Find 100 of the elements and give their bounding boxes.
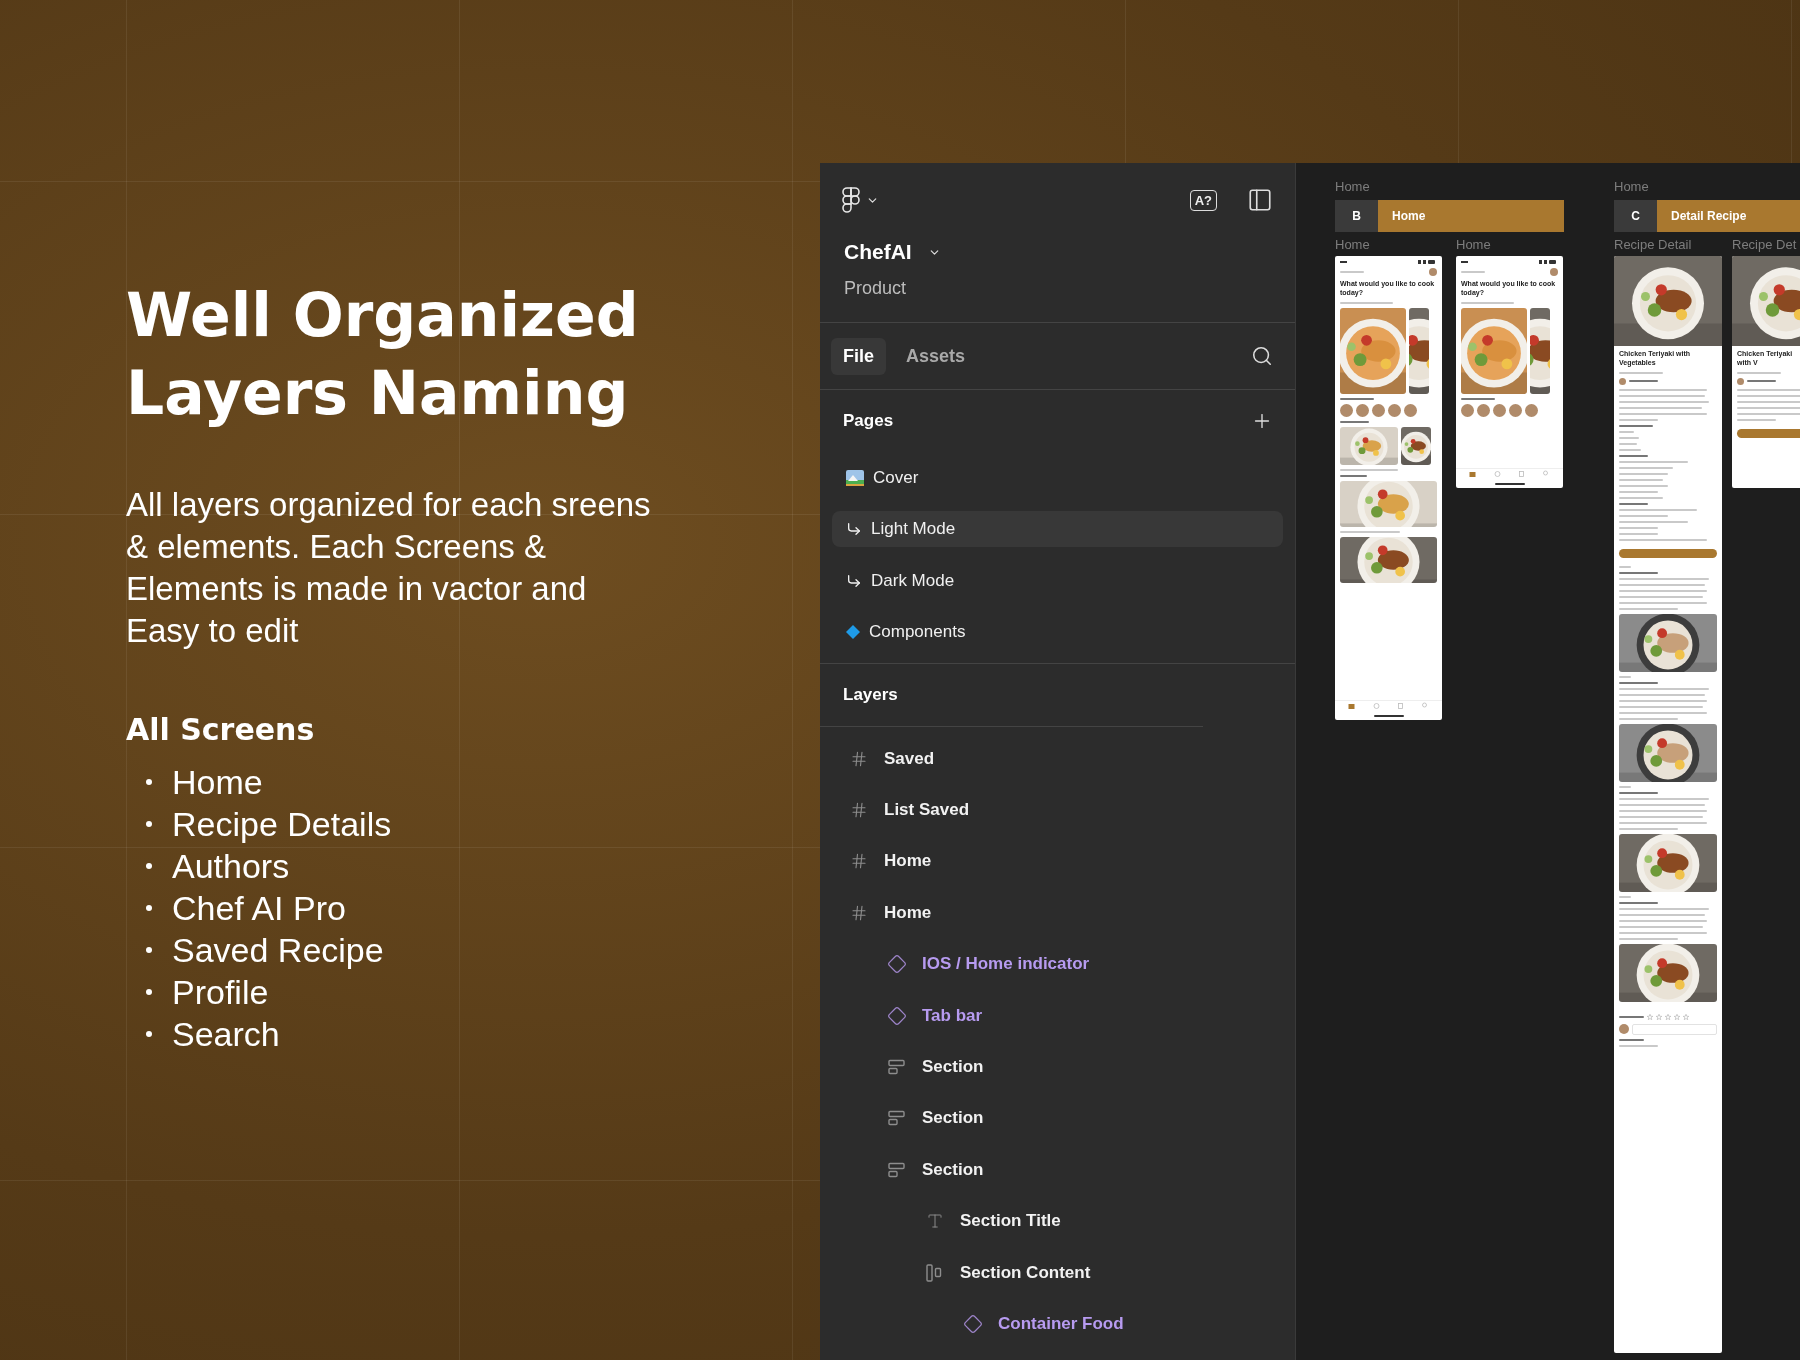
text-line [1619, 472, 1668, 475]
layer-item[interactable]: Container Food [998, 1314, 1124, 1334]
layer-item[interactable]: Home [884, 902, 932, 923]
page-item[interactable]: Dark Mode [832, 562, 1283, 599]
text-line [1619, 371, 1664, 374]
file-name[interactable]: ChefAI [844, 240, 912, 264]
text-line [1619, 717, 1678, 720]
page-item[interactable]: Light Mode [832, 511, 1283, 547]
text-line [1619, 532, 1659, 535]
text-line [1619, 785, 1631, 788]
text-line [1737, 412, 1800, 415]
layer-item[interactable]: Section [922, 1108, 984, 1129]
sidebar-toggle-icon[interactable] [1247, 187, 1273, 213]
bullet-icon [146, 821, 152, 827]
main-menu-button[interactable] [842, 187, 879, 213]
avatar [1550, 268, 1558, 276]
text-line [1340, 301, 1394, 304]
text-line [1737, 406, 1800, 409]
text-line [1619, 675, 1631, 678]
bullet-icon [146, 863, 152, 869]
text-line [1461, 397, 1495, 400]
vertical-layout-icon [888, 1161, 906, 1178]
frame-label: Home [1335, 236, 1371, 254]
layer-item[interactable]: Saved [884, 748, 935, 769]
text-line [1737, 394, 1800, 397]
frame-icon [850, 749, 868, 768]
vertical-layout-icon [888, 1110, 906, 1127]
screen-name: Saved Recipe [172, 930, 384, 970]
text-line [1619, 484, 1668, 487]
page-item[interactable]: Cover [832, 459, 1283, 496]
text-line [1340, 530, 1401, 533]
text-line [1619, 565, 1631, 568]
text-line [1340, 420, 1370, 423]
text-line [1619, 430, 1634, 433]
frame-icon [850, 852, 868, 871]
text-line [1619, 418, 1659, 421]
component-icon [887, 954, 907, 975]
layer-item[interactable]: Section Title [960, 1211, 1061, 1232]
text-line [1619, 681, 1659, 684]
frame-icon [850, 903, 868, 922]
screen-name: Home [172, 762, 263, 802]
page-item[interactable]: Components [832, 614, 1283, 650]
panel-tab[interactable]: File [831, 337, 886, 375]
text-line [1340, 271, 1365, 273]
layer-item[interactable]: Home [884, 851, 932, 872]
component-icon [963, 1314, 983, 1334]
layer-item[interactable]: Section [922, 1057, 984, 1078]
screen-name: Authors [172, 846, 290, 886]
text-line [1619, 424, 1654, 427]
text-line [1619, 514, 1668, 517]
text-line [1619, 520, 1688, 523]
avatar [1461, 403, 1474, 417]
bullet-icon [146, 905, 152, 911]
text-line [1619, 448, 1641, 451]
text-line [1619, 1015, 1644, 1018]
text-line [1629, 380, 1659, 382]
section-title: Pages [843, 411, 894, 431]
avatar [1737, 377, 1744, 385]
avatar [1372, 403, 1385, 417]
bullet-icon [146, 779, 152, 785]
text-line [1619, 827, 1678, 830]
layer-item[interactable]: Section [922, 1159, 984, 1180]
text-line [1619, 466, 1673, 469]
text-line [1619, 454, 1649, 457]
frame-icon [850, 801, 868, 820]
search-icon[interactable] [1251, 345, 1273, 367]
bullet-icon [146, 1031, 152, 1037]
layer-item[interactable]: Section Content [960, 1262, 1091, 1283]
landscape-icon [846, 469, 864, 486]
layer-item[interactable]: Tab bar [922, 1005, 983, 1026]
text-line [1619, 436, 1639, 439]
text-line [1747, 380, 1777, 382]
return-arrow-icon [846, 521, 862, 537]
text-line [1737, 371, 1782, 374]
panel-tab[interactable]: Assets [894, 337, 978, 375]
avatar [1404, 403, 1417, 417]
text-line [1340, 397, 1374, 400]
avatar [1619, 377, 1626, 385]
section-title: Layers [843, 685, 898, 705]
star-icon [1664, 1013, 1671, 1020]
text-line [1619, 526, 1659, 529]
section-label: Home [1614, 178, 1650, 196]
section-letter: B [1335, 200, 1378, 232]
avatar [1619, 1024, 1629, 1034]
layer-item[interactable]: List Saved [884, 800, 970, 821]
text-line [1619, 937, 1678, 940]
text-line [1619, 460, 1688, 463]
headline: Well Organized Layers Naming [126, 279, 640, 430]
star-icon [1646, 1013, 1653, 1020]
text-line [1737, 418, 1777, 421]
screen-name: Chef AI Pro [172, 888, 346, 928]
ui-badge-button[interactable]: A? [1189, 189, 1217, 211]
text-icon [926, 1212, 944, 1231]
text-line [1340, 468, 1399, 471]
frame-label: Recipe Det [1732, 236, 1798, 254]
text-line [1619, 791, 1659, 794]
avatar [1477, 403, 1490, 417]
text-line [1619, 502, 1649, 505]
section-letter: C [1614, 200, 1657, 232]
layer-item[interactable]: IOS / Home indicator [922, 954, 1090, 975]
